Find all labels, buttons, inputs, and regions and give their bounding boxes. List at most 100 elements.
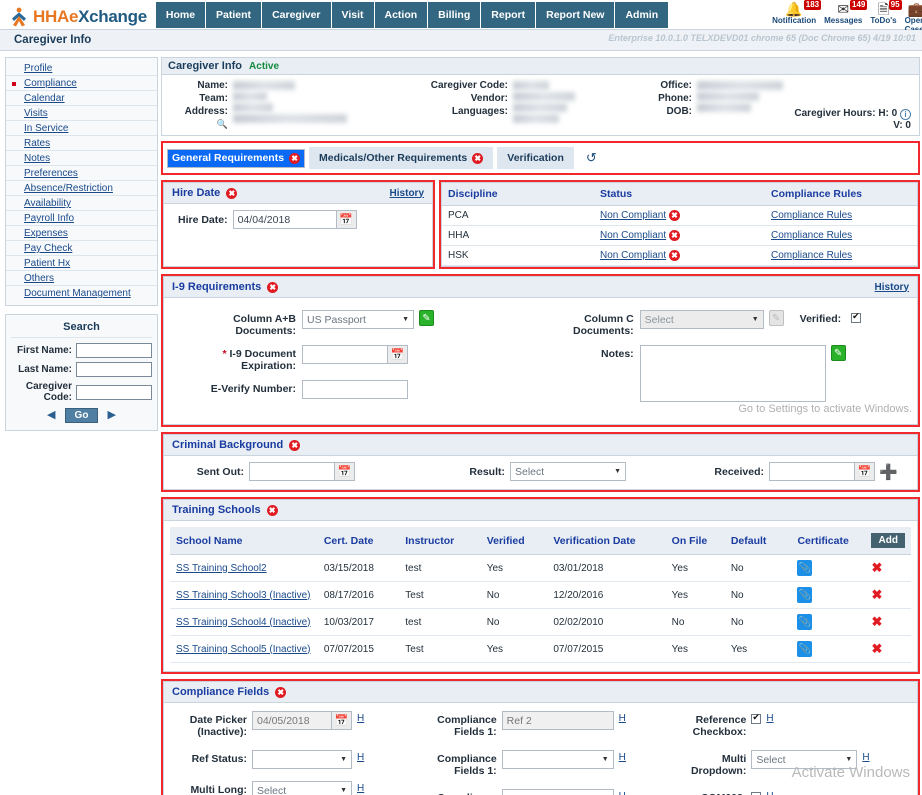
school-name-link[interactable]: SS Training School3 (Inactive) bbox=[176, 590, 311, 601]
nav-item-admin[interactable]: Admin bbox=[615, 2, 670, 28]
delete-icon[interactable]: ✖ bbox=[871, 641, 882, 656]
attachment-icon[interactable]: 📎 bbox=[797, 587, 813, 603]
status-link[interactable]: Non Compliant bbox=[600, 250, 666, 261]
i9-col-ab-note-icon[interactable]: ✎ bbox=[419, 310, 434, 326]
sidebar-item-preferences[interactable]: Preferences bbox=[6, 166, 157, 181]
status-link[interactable]: Non Compliant bbox=[600, 230, 666, 241]
status-cell: Non Compliant ✖ bbox=[594, 205, 765, 226]
i9-col-c-select[interactable]: Select ▼ bbox=[639, 310, 764, 329]
sidebar-item-absence-restriction[interactable]: Absence/Restriction bbox=[6, 181, 157, 196]
table-row: PCA Non Compliant ✖ Compliance Rules bbox=[442, 205, 917, 226]
delete-icon[interactable]: ✖ bbox=[871, 587, 882, 602]
plus-icon[interactable]: ➕ bbox=[879, 463, 898, 481]
multi-dropdown-select[interactable]: Select ▼ bbox=[751, 750, 858, 769]
attachment-icon[interactable]: 📎 bbox=[797, 614, 813, 630]
last-name-input[interactable] bbox=[76, 362, 152, 377]
sidebar-item-compliance[interactable]: Compliance bbox=[6, 76, 157, 91]
sidebar-item-label: Pay Check bbox=[24, 243, 73, 254]
add-training-school-button[interactable]: Add bbox=[871, 533, 905, 548]
calendar-icon[interactable]: 📅 bbox=[335, 462, 355, 481]
i9-notes-textarea[interactable] bbox=[639, 345, 826, 402]
tray-notification[interactable]: 🔔 183 Notification bbox=[769, 0, 822, 25]
history-link[interactable]: H bbox=[862, 750, 869, 763]
i9-history-link[interactable]: History bbox=[875, 282, 909, 293]
sidebar-item-expenses[interactable]: Expenses bbox=[6, 226, 157, 241]
school-name-link[interactable]: SS Training School2 bbox=[176, 563, 267, 574]
tab-verification[interactable]: Verification bbox=[497, 147, 574, 169]
hire-date-input[interactable]: 04/04/2018 bbox=[232, 210, 337, 229]
caregiver-code-input[interactable] bbox=[76, 384, 152, 400]
delete-icon[interactable]: ✖ bbox=[871, 560, 882, 575]
sidebar-item-document-management[interactable]: Document Management bbox=[6, 286, 157, 300]
sidebar-item-calendar[interactable]: Calendar bbox=[6, 91, 157, 106]
history-link[interactable]: H bbox=[357, 750, 364, 763]
i9-verified-checkbox[interactable] bbox=[851, 311, 862, 323]
calendar-icon[interactable]: 📅 bbox=[336, 210, 357, 229]
i9-col-ab-select[interactable]: US Passport ▼ bbox=[302, 310, 414, 329]
nav-item-visit[interactable]: Visit bbox=[331, 2, 375, 28]
compliance-fields-1-select-b[interactable]: ▼ bbox=[501, 750, 614, 769]
nav-item-report-new[interactable]: Report New bbox=[536, 2, 616, 28]
reference-checkbox[interactable] bbox=[751, 712, 762, 724]
date-picker-inactive-input[interactable]: 04/05/2018 bbox=[252, 711, 332, 730]
map-pin-icon[interactable]: 🔍 bbox=[162, 118, 228, 131]
prev-arrow-icon[interactable]: ◀ bbox=[41, 409, 61, 421]
history-link[interactable]: H bbox=[766, 789, 773, 795]
history-link[interactable]: H bbox=[357, 711, 364, 724]
ref-status-select[interactable]: ▼ bbox=[252, 750, 352, 769]
search-go-button[interactable]: Go bbox=[64, 408, 99, 423]
tray-messages[interactable]: ✉ 149 Messages bbox=[821, 0, 868, 25]
sidebar-item-profile[interactable]: Profile bbox=[6, 61, 157, 76]
first-name-input[interactable] bbox=[76, 343, 152, 358]
calendar-icon[interactable]: 📅 bbox=[855, 462, 875, 481]
sidebar-item-patient-hx[interactable]: Patient Hx bbox=[6, 256, 157, 271]
compliance-fields-1-select-c[interactable]: ▼ bbox=[501, 789, 614, 795]
history-link[interactable]: H bbox=[766, 711, 773, 724]
tab-medicals-other-requirements[interactable]: Medicals/Other Requirements ✖ bbox=[309, 147, 494, 169]
criminal-sent-out-input[interactable] bbox=[249, 462, 335, 481]
compliance-rules-link[interactable]: Compliance Rules bbox=[771, 250, 852, 261]
compliance-rules-link[interactable]: Compliance Rules bbox=[771, 210, 852, 221]
history-link[interactable]: H bbox=[357, 781, 364, 794]
refresh-icon[interactable]: ↺ bbox=[578, 150, 605, 166]
next-arrow-icon[interactable]: ▶ bbox=[102, 409, 122, 421]
tab-general-requirements[interactable]: General Requirements ✖ bbox=[167, 148, 306, 168]
history-link[interactable]: H bbox=[619, 789, 626, 795]
school-name-link[interactable]: SS Training School5 (Inactive) bbox=[176, 644, 311, 655]
sidebar-item-payroll-info[interactable]: Payroll Info bbox=[6, 211, 157, 226]
i9-expiration-input[interactable] bbox=[302, 345, 388, 364]
school-name-link[interactable]: SS Training School4 (Inactive) bbox=[176, 617, 311, 628]
i9-notes-note-icon[interactable]: ✎ bbox=[830, 345, 846, 361]
sidebar-item-notes[interactable]: Notes bbox=[6, 151, 157, 166]
cert-date-value: 03/15/2018 bbox=[317, 554, 400, 582]
sidebar-item-in-service[interactable]: In Service bbox=[6, 121, 157, 136]
calendar-icon[interactable]: 📅 bbox=[388, 345, 408, 364]
tray-todos[interactable]: 🗎 95 ToDo's bbox=[867, 0, 902, 25]
hire-date-history-link[interactable]: History bbox=[390, 188, 424, 199]
info-icon[interactable]: i bbox=[900, 109, 911, 120]
compliance-rules-link[interactable]: Compliance Rules bbox=[771, 230, 852, 241]
history-link[interactable]: H bbox=[619, 711, 626, 724]
attachment-icon[interactable]: 📎 bbox=[797, 560, 813, 576]
nav-item-caregiver[interactable]: Caregiver bbox=[262, 2, 332, 28]
criminal-received-input[interactable] bbox=[769, 462, 855, 481]
compliance-fields-1-input-a[interactable]: Ref 2 bbox=[501, 711, 614, 730]
i9-everify-input[interactable] bbox=[302, 380, 408, 399]
sidebar-item-availability[interactable]: Availability bbox=[6, 196, 157, 211]
nav-item-action[interactable]: Action bbox=[374, 2, 429, 28]
sidebar-item-rates[interactable]: Rates bbox=[6, 136, 157, 151]
status-link[interactable]: Non Compliant bbox=[600, 210, 666, 221]
delete-icon[interactable]: ✖ bbox=[871, 614, 882, 629]
nav-item-billing[interactable]: Billing bbox=[428, 2, 482, 28]
nav-item-report[interactable]: Report bbox=[481, 2, 537, 28]
sidebar-item-visits[interactable]: Visits bbox=[6, 106, 157, 121]
sidebar-item-others[interactable]: Others bbox=[6, 271, 157, 286]
history-link[interactable]: H bbox=[619, 750, 626, 763]
nav-item-patient[interactable]: Patient bbox=[206, 2, 263, 28]
calendar-icon[interactable]: 📅 bbox=[332, 711, 352, 730]
attachment-icon[interactable]: 📎 bbox=[797, 641, 813, 657]
multi-long-select[interactable]: Select ▼ bbox=[252, 781, 352, 795]
sidebar-item-pay-check[interactable]: Pay Check bbox=[6, 241, 157, 256]
criminal-result-select[interactable]: Select ▼ bbox=[510, 462, 626, 481]
nav-item-home[interactable]: Home bbox=[154, 2, 207, 28]
